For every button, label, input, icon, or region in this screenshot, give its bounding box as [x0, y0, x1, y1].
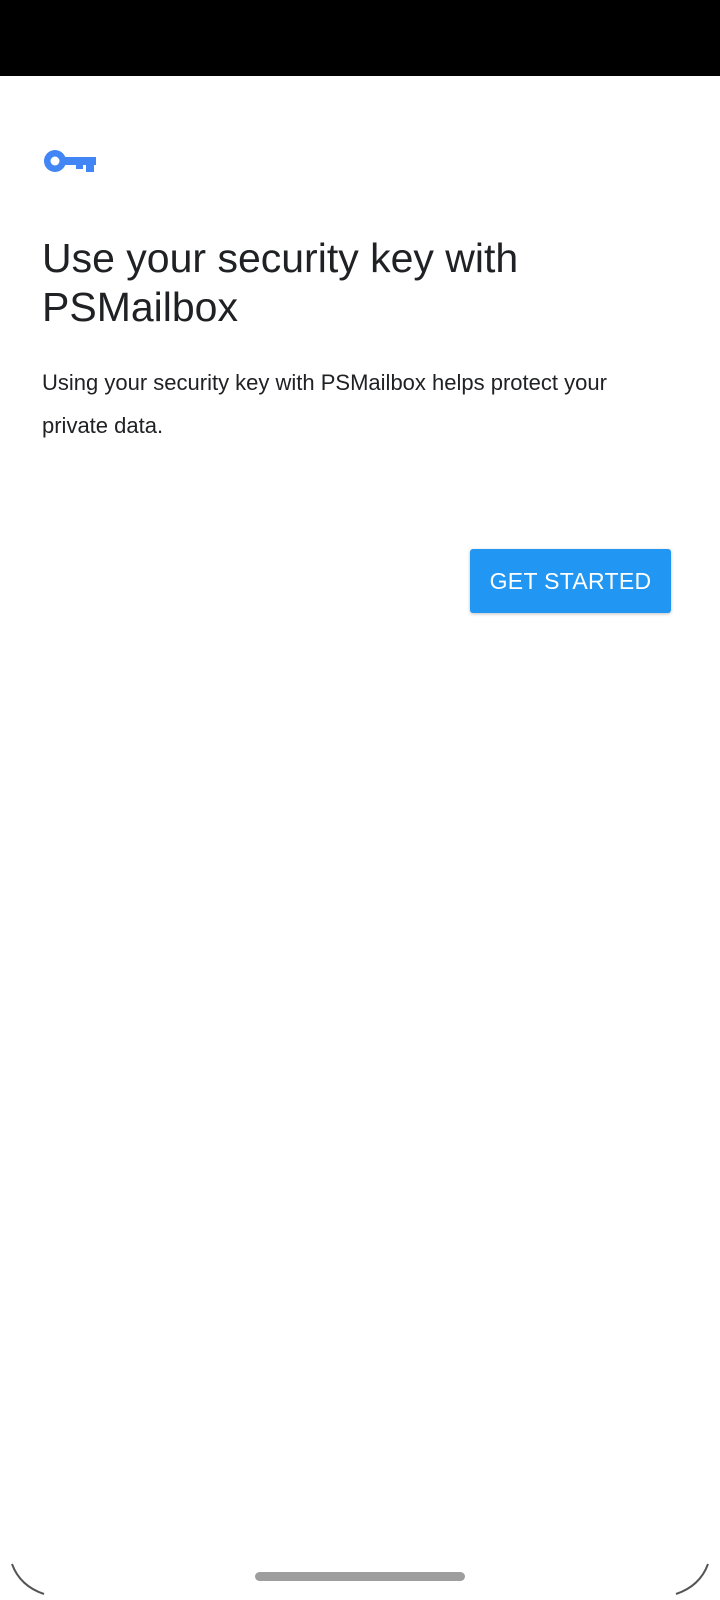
right-screen-corner — [675, 1563, 709, 1595]
page-title: Use your security key with PSMailbox — [42, 235, 519, 330]
description-text: Using your security key with PSMailbox h… — [42, 370, 607, 438]
left-screen-corner — [11, 1563, 45, 1595]
screen: Use your security key with PSMailbox Usi… — [0, 0, 720, 1600]
get-started-button[interactable]: GET STARTED — [470, 549, 671, 613]
home-indicator[interactable] — [255, 1572, 465, 1581]
key-icon — [42, 146, 98, 176]
status-bar — [0, 0, 720, 76]
